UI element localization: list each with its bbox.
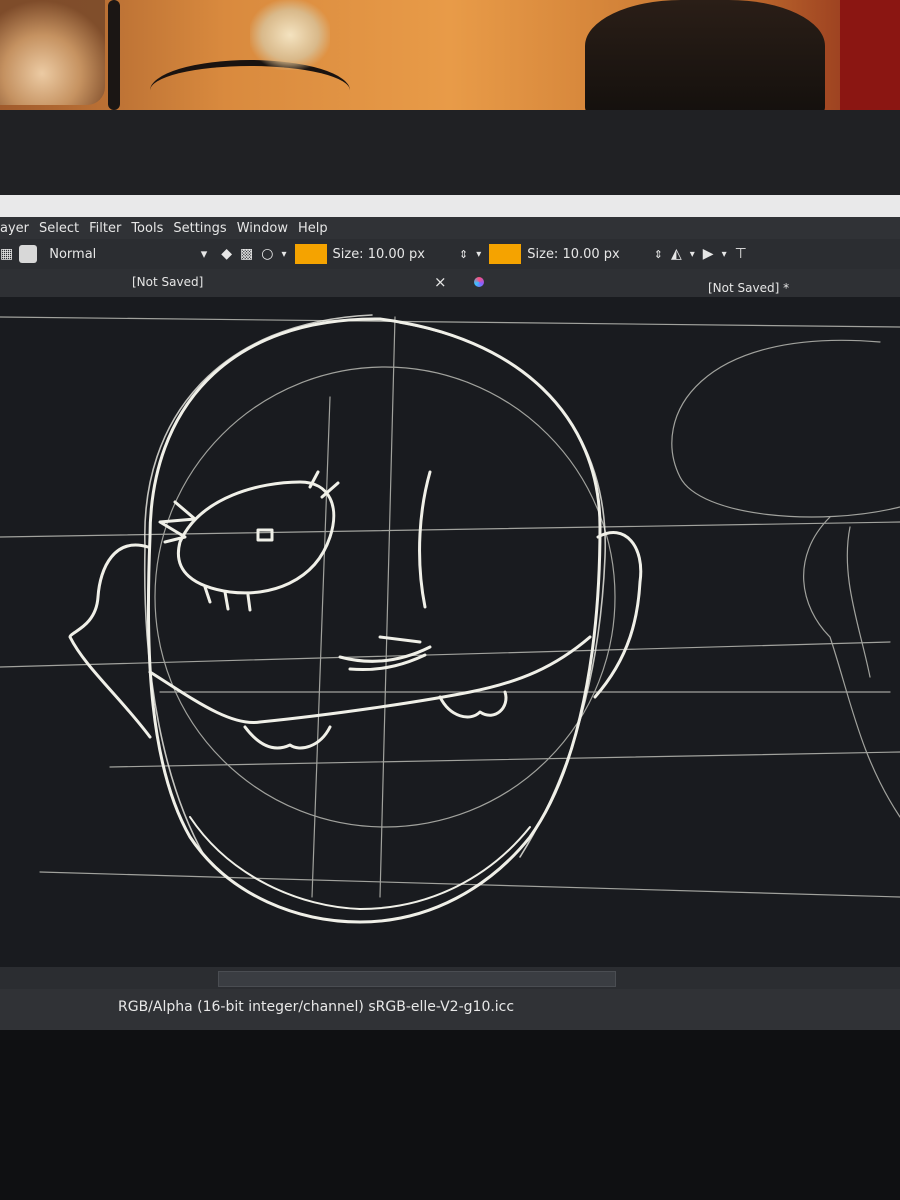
menu-layer[interactable]: ayer: [0, 221, 29, 236]
status-bar: RGB/Alpha (16-bit integer/channel) sRGB-…: [0, 989, 900, 1030]
tab-title: [Not Saved]: [132, 275, 204, 289]
sketch-drawing: [0, 314, 900, 924]
chevron-down-icon[interactable]: ▾: [281, 249, 286, 260]
document-tab-1[interactable]: [Not Saved] ×: [0, 269, 460, 297]
foreground-color-swatch[interactable]: [294, 244, 327, 264]
chevron-down-icon[interactable]: ▾: [690, 249, 695, 260]
krita-window: ayer Select Filter Tools Settings Window…: [0, 195, 900, 1030]
menu-filter[interactable]: Filter: [89, 221, 121, 236]
menu-settings[interactable]: Settings: [173, 221, 226, 236]
menu-select[interactable]: Select: [39, 221, 79, 236]
document-tab-2[interactable]: [Not Saved] *: [708, 281, 789, 295]
eraser-icon[interactable]: ◆: [221, 246, 232, 262]
drawing-canvas[interactable]: [0, 297, 900, 967]
red-box: [840, 0, 900, 120]
reload-icon[interactable]: ○: [261, 246, 273, 262]
preserve-alpha-icon[interactable]: ▩: [240, 246, 253, 262]
brush-size-label: Size: 10.00 px: [332, 246, 426, 262]
mirror-vertical-icon[interactable]: ▶: [703, 246, 714, 262]
brush-preset-icon[interactable]: [19, 245, 38, 263]
krita-icon: [474, 277, 484, 287]
chevron-down-icon[interactable]: ▾: [476, 249, 481, 260]
statue: [585, 0, 825, 115]
chevron-down-icon[interactable]: ▾: [722, 249, 727, 260]
background-color-swatch[interactable]: [489, 244, 522, 264]
title-bar: [0, 195, 900, 217]
menu-help[interactable]: Help: [298, 221, 328, 236]
room-background: [0, 0, 900, 125]
close-icon[interactable]: ×: [434, 273, 447, 291]
monitor-bezel-top: [0, 110, 900, 205]
size-spinner-icon-2[interactable]: ⇕: [654, 248, 663, 261]
monitor-bezel-bottom: [0, 1030, 900, 1200]
blend-mode-select[interactable]: Normal ▾: [43, 243, 213, 265]
color-profile-label: RGB/Alpha (16-bit integer/channel) sRGB-…: [118, 999, 515, 1015]
tool-options-bar: ▦ Normal ▾ ◆ ▩ ○ ▾ Size: 10.00 px ⇕ ▾ Si…: [0, 239, 900, 269]
brush-size-label-2: Size: 10.00 px: [527, 246, 620, 262]
scrollbar-thumb[interactable]: [218, 971, 616, 987]
menu-bar: ayer Select Filter Tools Settings Window…: [0, 217, 900, 239]
document-tab-bar: [Not Saved] × [Not Saved] *: [0, 269, 900, 297]
plant: [250, 0, 330, 70]
horizontal-scrollbar[interactable]: [0, 967, 900, 989]
size-spinner-icon[interactable]: ⇕: [459, 248, 468, 261]
mirror-horizontal-icon[interactable]: ◭: [671, 246, 682, 262]
lamp-stem: [108, 0, 120, 110]
blend-mode-value: Normal: [49, 246, 97, 262]
chevron-down-icon: ▾: [200, 246, 208, 262]
gradient-icon[interactable]: ▦: [0, 246, 13, 262]
menu-window[interactable]: Window: [237, 221, 288, 236]
glass-jar: [0, 0, 105, 105]
wrap-around-icon[interactable]: ⊤: [735, 246, 747, 262]
menu-tools[interactable]: Tools: [131, 221, 163, 236]
